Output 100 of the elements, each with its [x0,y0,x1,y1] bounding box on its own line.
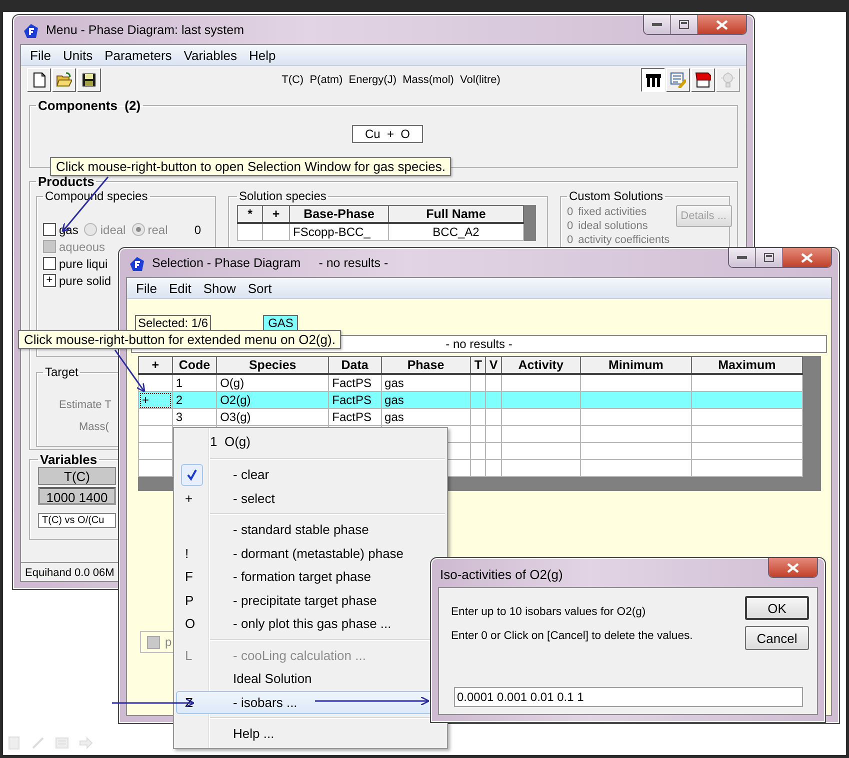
table-cell: 3 [172,408,217,426]
plot-field[interactable]: T(C) vs O/(Cu [38,513,116,528]
group-title: Variables [39,452,98,467]
minimize-button[interactable] [729,248,756,267]
close-icon [801,252,813,262]
dialog-title: Iso-activities of O2(g) [440,567,563,582]
menu-item[interactable]: Show [197,280,242,296]
table-cell: FScopp-BCC_ [290,223,388,240]
table-row[interactable]: 3 O3(g) FactPS gas [138,408,802,426]
selection-count: Selected: 1/6 [135,315,212,331]
field-label: Estimate T [59,399,112,411]
checkbox[interactable]: + [43,274,56,287]
column-header: V [486,356,502,374]
column-header: T [470,356,486,374]
menu-item[interactable]: - standard stable phase [176,518,445,542]
checkbox[interactable] [147,636,160,648]
table-row[interactable]: + 2 O2(g) FactPS gas [138,392,802,408]
sheet-pencil-icon [670,72,686,88]
menu-item[interactable]: Variables [178,48,244,62]
column-header: Activity [501,356,580,374]
menu-item[interactable]: File [24,48,57,62]
close-icon [716,20,728,30]
menu-header: 1 O(g) [209,433,252,451]
table-cell: O2(g) [216,392,329,408]
check-icon [186,468,198,481]
column-header: Code [172,356,217,374]
checkbox-label: pure liqui [59,256,108,270]
save-button[interactable] [77,68,101,92]
menu-item[interactable]: Help [243,48,282,62]
menu-item[interactable]: + - select [176,486,445,510]
radio-label: ideal [100,222,126,236]
count-caption: fixed activities [578,206,647,218]
checkbox-label: aqueous [59,240,106,254]
floppy-icon [81,72,97,88]
pen-icon [31,736,45,750]
column-header: Data [328,356,382,374]
checkbox-label: p [165,635,172,649]
open-folder-icon [56,72,72,88]
column-header: Minimum [580,356,692,374]
scrollbar[interactable] [524,205,536,241]
checkbox[interactable] [43,257,56,270]
table-cell: 1000 1400 [38,487,116,505]
close-button[interactable] [698,15,746,34]
app-logo-icon [22,22,40,40]
new-file-button[interactable] [27,68,51,92]
menu-item[interactable]: File [130,280,163,296]
table-cell: + [138,392,172,408]
arrow-icon [79,736,93,750]
close-button[interactable] [783,248,831,267]
column-header: Maximum [691,356,802,374]
close-icon [787,562,799,572]
count-caption: activity coefficients [578,234,670,246]
column-header: Species [216,356,329,374]
page-icon [31,72,47,88]
window-title: Menu - Phase Diagram: last system [46,23,244,37]
menu-item[interactable]: Sort [242,280,278,296]
list-icon [55,736,69,750]
menu-item[interactable]: Help ... [176,722,445,746]
count-label: 0 [567,220,574,232]
checkbox-label: pure solid [59,274,112,288]
menu-item[interactable]: ! - dormant (metastable) phase [176,542,445,565]
radio-label: real [148,222,168,236]
group-title: Products [37,174,96,189]
minimize-icon [737,256,747,260]
column-header: Phase [381,356,470,374]
table-cell: O3(g) [216,408,329,426]
utensils-icon [645,72,661,88]
column-header: + [262,206,290,223]
column-header: T(C) [38,467,116,485]
column-header: Base-Phase [290,206,388,223]
tooltip: Click mouse-right-button for extended menu on O2(g). [18,330,342,349]
group-title: Custom Solutions [568,189,664,203]
minimize-button[interactable] [644,15,671,34]
window-subtitle: - no results - [318,256,388,270]
dialog-button[interactable]: OK [745,596,809,620]
minimize-icon [652,22,662,26]
instruction-text: Enter 0 or Click on [Cancel] to delete the values. [451,630,694,642]
toolbar-button[interactable] [641,68,665,92]
status-text: Equihand 0.0 06M [25,567,114,579]
checkbox[interactable] [43,223,56,236]
close-button[interactable] [769,558,817,577]
group-title: Target [44,365,80,379]
bulb-icon [720,72,736,88]
table-cell: 2 [172,392,217,408]
dialog-button[interactable]: Cancel [745,626,809,650]
column-header: Full Name [388,206,524,223]
input-field[interactable]: 0.0001 0.001 0.01 0.1 1 [454,687,803,707]
maximize-button[interactable] [756,248,783,267]
menu-item[interactable]: Parameters [98,48,178,62]
column-header: + [138,356,172,374]
menu-item[interactable]: Units [56,48,99,62]
group-title: Solution species [238,189,328,203]
menu-item[interactable]: Edit [162,280,198,296]
maximize-button[interactable] [671,15,698,34]
maximize-icon [764,253,774,262]
menu-item[interactable]: - clear [176,463,445,486]
open-button[interactable] [52,68,76,92]
table-cell: gas [381,408,470,426]
group-title: Components (2) [37,98,142,113]
column-header: * [238,206,262,223]
